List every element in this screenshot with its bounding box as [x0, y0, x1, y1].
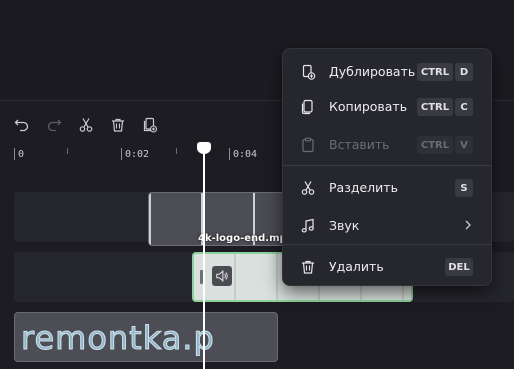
context-menu: Дублировать CTRL D Копировать CTRL C Вст…: [282, 48, 492, 286]
menu-label: Разделить: [329, 179, 398, 195]
text-clip[interactable]: remontka.p: [14, 312, 278, 362]
playhead-handle[interactable]: [197, 142, 211, 154]
menu-item-delete[interactable]: Удалить DEL: [283, 249, 491, 283]
menu-label: Звук: [329, 217, 360, 233]
ruler-tick: [176, 148, 177, 154]
shortcut-key: V: [455, 136, 473, 154]
ruler-tick: [14, 148, 15, 160]
trash-icon: [299, 258, 317, 276]
redo-button[interactable]: [40, 112, 68, 138]
menu-item-paste[interactable]: Вставить CTRL V: [283, 127, 491, 161]
menu-label: Дублировать: [329, 63, 416, 79]
menu-separator: [283, 165, 491, 166]
menu-label: Вставить: [329, 136, 390, 152]
clip-audio-button[interactable]: [212, 266, 232, 286]
music-note-icon: [299, 217, 317, 235]
menu-item-duplicate[interactable]: Дублировать CTRL D: [283, 54, 491, 88]
duplicate-button[interactable]: [136, 112, 164, 138]
ruler-tick: [121, 148, 122, 160]
ruler-tick: [229, 148, 230, 160]
paste-icon: [299, 136, 317, 154]
undo-button[interactable]: [8, 112, 36, 138]
menu-item-copy[interactable]: Копировать CTRL C: [283, 89, 491, 123]
duplicate-icon: [143, 117, 158, 133]
ruler-label-4: 0:04: [233, 149, 258, 160]
shortcut-key: DEL: [445, 258, 473, 276]
scissors-icon: [79, 118, 93, 132]
playhead-line[interactable]: [203, 150, 205, 369]
duplicate-icon: [299, 63, 317, 81]
ruler-label-0: 0: [18, 149, 25, 160]
menu-label: Удалить: [329, 258, 384, 274]
split-button[interactable]: [72, 112, 100, 138]
menu-item-split[interactable]: Разделить S: [283, 170, 491, 204]
text-clip-preview: remontka.p: [21, 319, 215, 358]
shortcut-key: CTRL: [417, 98, 453, 116]
speaker-icon: [216, 270, 228, 282]
scissors-icon: [299, 179, 317, 197]
redo-icon: [47, 119, 62, 132]
shortcut-key: CTRL: [417, 136, 453, 154]
trash-icon: [112, 118, 124, 132]
shortcut-key: CTRL: [417, 63, 453, 81]
delete-button[interactable]: [104, 112, 132, 138]
ruler-tick: [67, 148, 68, 154]
shortcut-key: D: [455, 63, 473, 81]
timeline-toolbar: [8, 112, 164, 138]
shortcut-key: C: [455, 98, 473, 116]
chevron-right-icon: [465, 220, 471, 230]
copy-icon: [299, 98, 317, 116]
menu-item-audio[interactable]: Звук: [283, 208, 491, 242]
shortcut-key: S: [455, 179, 473, 197]
undo-icon: [14, 119, 29, 132]
menu-separator: [283, 244, 491, 245]
clip-name: 4k-logo-end.mp: [198, 233, 287, 244]
ruler-label-2: 0:02: [125, 149, 150, 160]
menu-label: Копировать: [329, 98, 408, 114]
